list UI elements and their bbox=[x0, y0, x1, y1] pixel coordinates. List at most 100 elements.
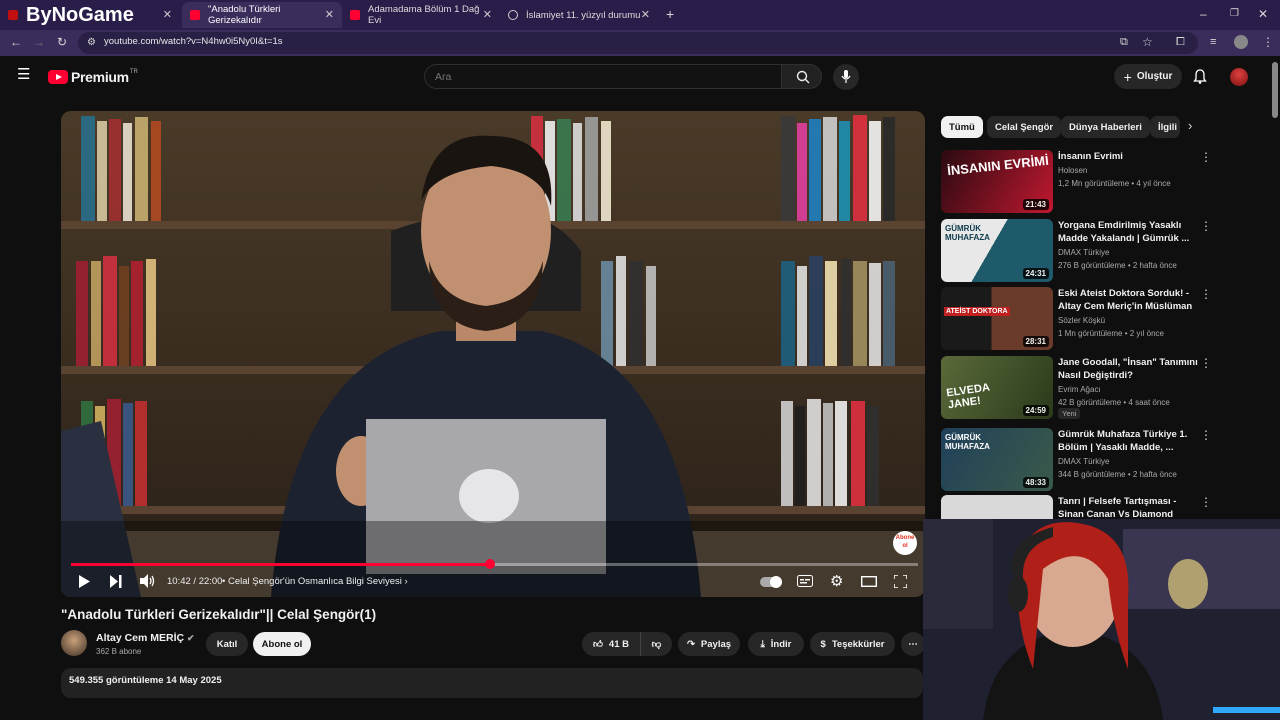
recommendation-meta: 1,2 Mn görüntüleme • 4 yıl önce bbox=[1058, 179, 1171, 188]
share-icon: ↷ bbox=[686, 638, 695, 650]
close-tab-icon[interactable]: ✕ bbox=[163, 8, 172, 21]
join-button[interactable]: Katıl bbox=[206, 632, 248, 656]
back-icon[interactable]: ← bbox=[10, 36, 22, 48]
install-app-icon[interactable]: ⧉ bbox=[1120, 36, 1128, 48]
thumbnail-text: ELVEDA JANE! bbox=[945, 381, 991, 412]
reload-icon[interactable]: ↻ bbox=[57, 36, 67, 48]
tab-adamadama[interactable]: Adamadama Bölüm 1 Dağ Evi ✕ bbox=[342, 2, 500, 28]
recommendation-item[interactable]: ELVEDA JANE! 24:59 Jane Goodall, "İnsan"… bbox=[940, 356, 1240, 420]
recommendation-item[interactable]: GÜMRÜK MUHAFAZA 24:31 Yorgana Emdirilmiş… bbox=[940, 219, 1240, 283]
create-button[interactable]: + Oluştur bbox=[1114, 64, 1182, 89]
page-scrollbar[interactable] bbox=[1272, 62, 1278, 118]
download-button[interactable]: ⤓ İndir bbox=[748, 632, 804, 656]
more-vertical-icon[interactable]: ⋮ bbox=[1200, 356, 1212, 370]
youtube-logo-icon bbox=[48, 70, 68, 84]
subscribe-watermark[interactable]: Abone ol bbox=[893, 531, 917, 555]
recommendation-item[interactable]: İNSANIN EVRİMİ 21:43 İnsanın Evrimi Holo… bbox=[940, 150, 1240, 214]
restore-icon[interactable]: ❐ bbox=[1230, 8, 1239, 20]
like-button[interactable]: 👍︎ 41 B bbox=[582, 632, 640, 656]
recommendation-title[interactable]: Yorgana Emdirilmiş Yasaklı Madde Yakalan… bbox=[1058, 219, 1198, 245]
new-badge: Yeni bbox=[1058, 408, 1081, 419]
views-and-date: 549.355 görüntüleme 14 May 2025 bbox=[69, 675, 222, 686]
media-control-icon[interactable]: ≡ bbox=[1210, 36, 1216, 48]
more-vertical-icon[interactable]: ⋮ bbox=[1200, 150, 1212, 164]
search-input[interactable] bbox=[424, 64, 781, 89]
thanks-button[interactable]: $ Teşekkürler bbox=[810, 632, 895, 656]
new-tab-icon[interactable]: + bbox=[666, 7, 674, 21]
tab-current-video[interactable]: "Anadolu Türkleri Gerizekalıdır ✕ bbox=[182, 2, 342, 28]
video-player[interactable]: Abone ol bbox=[61, 111, 925, 597]
extensions-icon[interactable]: ⧠ bbox=[1176, 36, 1185, 48]
chip-celal-sengor[interactable]: Celal Şengör bbox=[987, 116, 1062, 138]
recommendation-thumbnail[interactable]: ELVEDA JANE! 24:59 bbox=[941, 356, 1053, 419]
more-vertical-icon[interactable]: ⋮ bbox=[1200, 495, 1212, 509]
browser-menu-icon[interactable]: ⋮ bbox=[1262, 36, 1274, 48]
duration-badge: 48:33 bbox=[1022, 477, 1049, 488]
recommendation-item[interactable]: GÜMRÜK MUHAFAZA 48:33 Gümrük Muhafaza Tü… bbox=[940, 428, 1240, 492]
chevron-right-icon[interactable]: › bbox=[1188, 119, 1192, 132]
chapter-title[interactable]: • Celal Şengör'ün Osmanlıca Bilgi Seviye… bbox=[222, 576, 408, 587]
recommendation-channel[interactable]: Evrim Ağacı bbox=[1058, 385, 1101, 394]
theater-mode-icon[interactable] bbox=[861, 576, 877, 587]
thumbs-up-icon: 👍︎ bbox=[592, 639, 603, 650]
search-button[interactable] bbox=[781, 64, 822, 89]
voice-search-button[interactable] bbox=[833, 64, 859, 90]
youtube-favicon-icon bbox=[350, 10, 360, 20]
channel-avatar[interactable] bbox=[61, 630, 87, 656]
recommendation-thumbnail[interactable]: GÜMRÜK MUHAFAZA 24:31 bbox=[941, 219, 1053, 282]
recommendation-thumbnail[interactable]: ATEİST DOKTORA 28:31 bbox=[941, 287, 1053, 350]
notifications-bell-icon[interactable] bbox=[1193, 69, 1207, 84]
tab-islamiyet[interactable]: İslamiyet 11. yüzyıl durumu ✕ bbox=[500, 2, 658, 28]
minimize-icon[interactable]: – bbox=[1200, 8, 1207, 20]
super-thanks-icon: $ bbox=[820, 638, 826, 650]
recommendation-channel[interactable]: DMAX Türkiye bbox=[1058, 457, 1109, 466]
subscribe-button[interactable]: Abone ol bbox=[253, 632, 311, 656]
tab-bynogame[interactable]: ByNoGame ✕ bbox=[0, 2, 180, 28]
subtitles-icon[interactable] bbox=[797, 575, 813, 587]
more-vertical-icon[interactable]: ⋮ bbox=[1200, 287, 1212, 301]
recommendation-title[interactable]: Gümrük Muhafaza Türkiye 1. Bölüm | Yasak… bbox=[1058, 428, 1198, 454]
account-avatar[interactable] bbox=[1230, 68, 1248, 86]
recommendation-thumbnail[interactable]: İNSANIN EVRİMİ 21:43 bbox=[941, 150, 1053, 213]
play-icon[interactable] bbox=[78, 575, 90, 588]
hamburger-menu-icon[interactable]: ☰ bbox=[17, 67, 30, 82]
site-info-icon[interactable]: ⚙ bbox=[87, 37, 96, 49]
bookmark-star-icon[interactable]: ☆ bbox=[1142, 36, 1153, 48]
close-tab-icon[interactable]: ✕ bbox=[325, 8, 334, 21]
url-text[interactable]: youtube.com/watch?v=N4hw0i5Ny0I&t=1s bbox=[104, 36, 283, 47]
chip-related[interactable]: İlgili bbox=[1150, 116, 1180, 138]
fullscreen-icon[interactable] bbox=[894, 575, 907, 588]
dislike-button[interactable]: 👎︎ bbox=[640, 632, 672, 656]
more-vertical-icon[interactable]: ⋮ bbox=[1200, 428, 1212, 442]
close-tab-icon[interactable]: ✕ bbox=[483, 8, 492, 21]
profile-avatar-icon[interactable] bbox=[1234, 35, 1248, 49]
chip-world-news[interactable]: Dünya Haberleri bbox=[1061, 116, 1150, 138]
forward-icon[interactable]: → bbox=[33, 36, 45, 48]
recommendation-item[interactable]: Tanrı | Felsefe Tartışması - Sinan Canan… bbox=[940, 495, 1240, 519]
recommendation-title[interactable]: Tanrı | Felsefe Tartışması - Sinan Canan… bbox=[1058, 495, 1198, 519]
recommendation-title[interactable]: Jane Goodall, "İnsan" Tanımını Nasıl Değ… bbox=[1058, 356, 1198, 382]
close-tab-icon[interactable]: ✕ bbox=[641, 8, 650, 21]
volume-icon[interactable] bbox=[140, 574, 156, 588]
recommendation-thumbnail[interactable] bbox=[941, 495, 1053, 519]
channel-name[interactable]: Altay Cem MERİÇ ✔ bbox=[96, 632, 195, 644]
recommendation-title[interactable]: Eski Ateist Doktora Sorduk! - Altay Cem … bbox=[1058, 287, 1198, 313]
chip-all[interactable]: Tümü bbox=[941, 116, 983, 138]
recommendation-channel[interactable]: DMAX Türkiye bbox=[1058, 248, 1109, 257]
more-vertical-icon[interactable]: ⋮ bbox=[1200, 219, 1212, 233]
next-video-icon[interactable] bbox=[110, 575, 122, 588]
autoplay-toggle[interactable] bbox=[760, 576, 782, 588]
close-window-icon[interactable]: ✕ bbox=[1258, 8, 1268, 20]
more-actions-button[interactable]: ⋯ bbox=[901, 632, 925, 656]
duration-badge: 21:43 bbox=[1022, 199, 1049, 210]
youtube-premium-logo[interactable]: Premium TR bbox=[48, 69, 138, 85]
more-horizontal-icon: ⋯ bbox=[908, 638, 918, 650]
settings-gear-icon[interactable]: ⚙ bbox=[830, 572, 843, 590]
recommendation-thumbnail[interactable]: GÜMRÜK MUHAFAZA 48:33 bbox=[941, 428, 1053, 491]
share-button[interactable]: ↷ Paylaş bbox=[678, 632, 740, 656]
toggle-knob bbox=[770, 576, 782, 588]
recommendation-channel[interactable]: Holosen bbox=[1058, 166, 1087, 175]
recommendation-title[interactable]: İnsanın Evrimi bbox=[1058, 150, 1198, 163]
recommendation-channel[interactable]: Sözler Köşkü bbox=[1058, 316, 1105, 325]
recommendation-item[interactable]: ATEİST DOKTORA 28:31 Eski Ateist Doktora… bbox=[940, 287, 1240, 351]
